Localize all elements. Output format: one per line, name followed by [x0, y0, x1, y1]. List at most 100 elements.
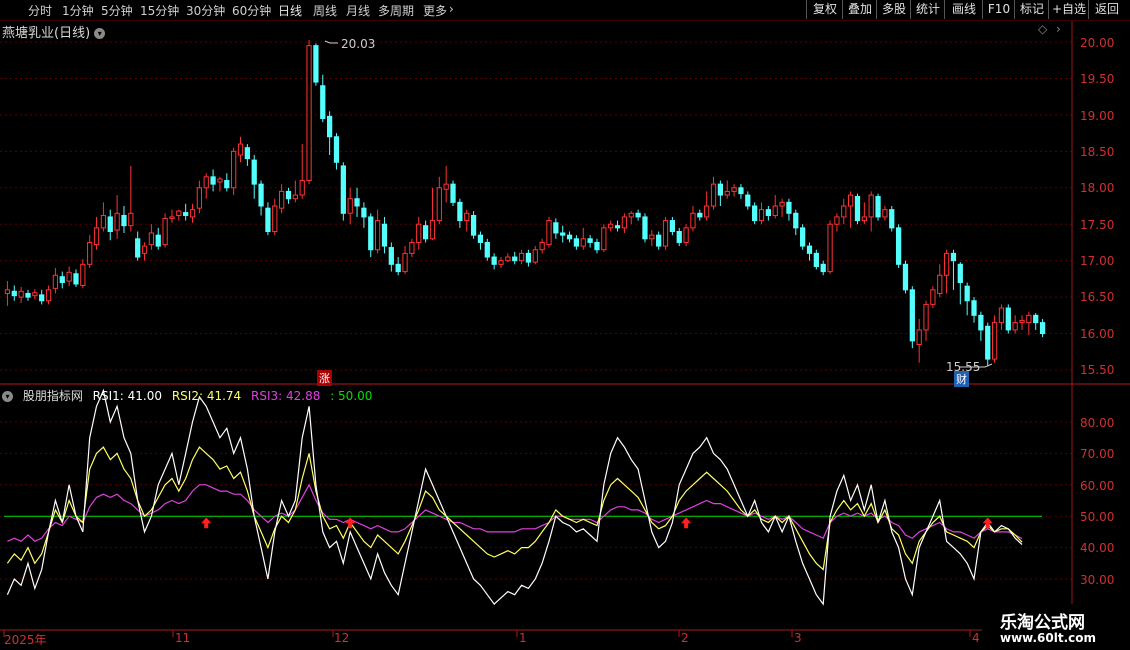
candle-up: [114, 212, 120, 231]
candle-down: [786, 201, 792, 214]
candle-down: [285, 190, 292, 200]
rsi3-line: [7, 483, 1023, 543]
candle-down: [525, 252, 532, 263]
candle-down: [361, 207, 367, 218]
candle-up: [128, 212, 134, 227]
candle-down: [381, 223, 388, 247]
candle-up: [409, 241, 415, 254]
chevron-right-icon[interactable]: ›: [1056, 22, 1061, 36]
candle-up: [628, 212, 634, 218]
candle-down: [820, 263, 826, 273]
candle-up: [374, 220, 381, 251]
candle-down: [745, 194, 751, 207]
candle-down: [895, 227, 902, 265]
candle-up: [162, 217, 168, 246]
candle-down: [566, 234, 573, 240]
rsi-tick: 70.00: [1080, 447, 1115, 461]
candle-up: [772, 205, 778, 216]
diamond-icon[interactable]: ◇: [1038, 22, 1047, 36]
candle-up: [998, 307, 1005, 324]
candle-down: [313, 45, 319, 83]
price-tick: 17.00: [1080, 254, 1115, 268]
candle-up: [505, 256, 511, 262]
candle-down: [978, 314, 984, 331]
candle-up: [923, 303, 929, 331]
candle-up: [66, 271, 72, 282]
candle-up: [690, 212, 696, 229]
price-tick: 18.50: [1080, 145, 1115, 159]
indicator-legend: ▾ 股朋指标网 RSI1: 41.00 RSI2: 41.74 RSI3: 42…: [2, 387, 378, 404]
candle-down: [909, 289, 915, 342]
rsi-lines: [4, 388, 1042, 606]
candle-down: [985, 325, 991, 360]
candle-down: [477, 234, 484, 243]
candle-down: [793, 212, 799, 229]
candle-up: [539, 241, 545, 251]
candle-down: [553, 222, 559, 234]
candle-down: [388, 247, 394, 265]
x-label: 1: [519, 631, 527, 645]
candle-down: [813, 252, 819, 267]
candle-up: [1012, 322, 1018, 331]
rsi-tick: 60.00: [1080, 479, 1115, 493]
candle-up: [169, 216, 175, 219]
candles: [4, 39, 1046, 367]
candle-down: [183, 212, 189, 216]
candle-down: [957, 263, 963, 284]
candle-up: [724, 190, 730, 196]
zhang-tag[interactable]: 涨: [317, 370, 332, 386]
candle-up: [306, 45, 312, 181]
candle-down: [614, 225, 621, 229]
level-value: : 50.00: [330, 389, 373, 403]
price-tick: 19.50: [1080, 72, 1115, 86]
candle-up: [196, 187, 203, 209]
x-label: 2: [681, 631, 689, 645]
candle-down: [25, 292, 31, 298]
candle-down: [340, 165, 346, 214]
candle-down: [1005, 307, 1011, 331]
rsi-tick: 30.00: [1080, 573, 1115, 587]
price-tick: 19.00: [1080, 109, 1115, 123]
candle-down: [210, 176, 216, 185]
candle-up: [429, 220, 436, 240]
candle-up: [662, 220, 669, 247]
kline-chart[interactable]: [0, 0, 1130, 650]
candle-up: [299, 179, 305, 196]
candle-down: [470, 214, 477, 236]
rsi-tick: 50.00: [1080, 510, 1115, 524]
candle-up: [861, 216, 867, 222]
candle-down: [752, 205, 758, 222]
x-label: 12: [334, 631, 350, 645]
candle-down: [560, 232, 566, 236]
candle-down: [320, 85, 326, 120]
candle-down: [656, 234, 662, 247]
x-label: 3: [794, 631, 802, 645]
indicator-name[interactable]: 股朋指标网: [23, 389, 83, 403]
x-label: 4: [972, 631, 980, 645]
price-tick: 17.50: [1080, 218, 1115, 232]
candle-down: [806, 245, 813, 254]
candle-down: [258, 183, 264, 207]
candle-up: [176, 210, 182, 216]
chevron-down-icon[interactable]: ▾: [2, 391, 13, 402]
candle-down: [697, 212, 703, 218]
indicator-grid: [0, 421, 1072, 580]
candle-up: [841, 205, 847, 218]
cai-tag[interactable]: 财: [954, 371, 969, 387]
candle-up: [1019, 319, 1025, 324]
candle-down: [265, 207, 271, 233]
candle-down: [244, 147, 250, 160]
candle-down: [457, 201, 463, 222]
candle-up: [18, 290, 24, 298]
candle-up: [937, 274, 943, 294]
price-tick: 20.00: [1080, 36, 1115, 50]
rsi-tick: 40.00: [1080, 541, 1115, 555]
candle-up: [1026, 314, 1032, 324]
candle-down: [738, 187, 744, 195]
chevron-down-icon[interactable]: ▾: [94, 28, 106, 39]
candle-up: [443, 183, 449, 190]
candle-down: [251, 159, 257, 185]
candle-up: [991, 322, 998, 360]
candle-down: [354, 198, 360, 207]
candle-up: [436, 187, 442, 222]
